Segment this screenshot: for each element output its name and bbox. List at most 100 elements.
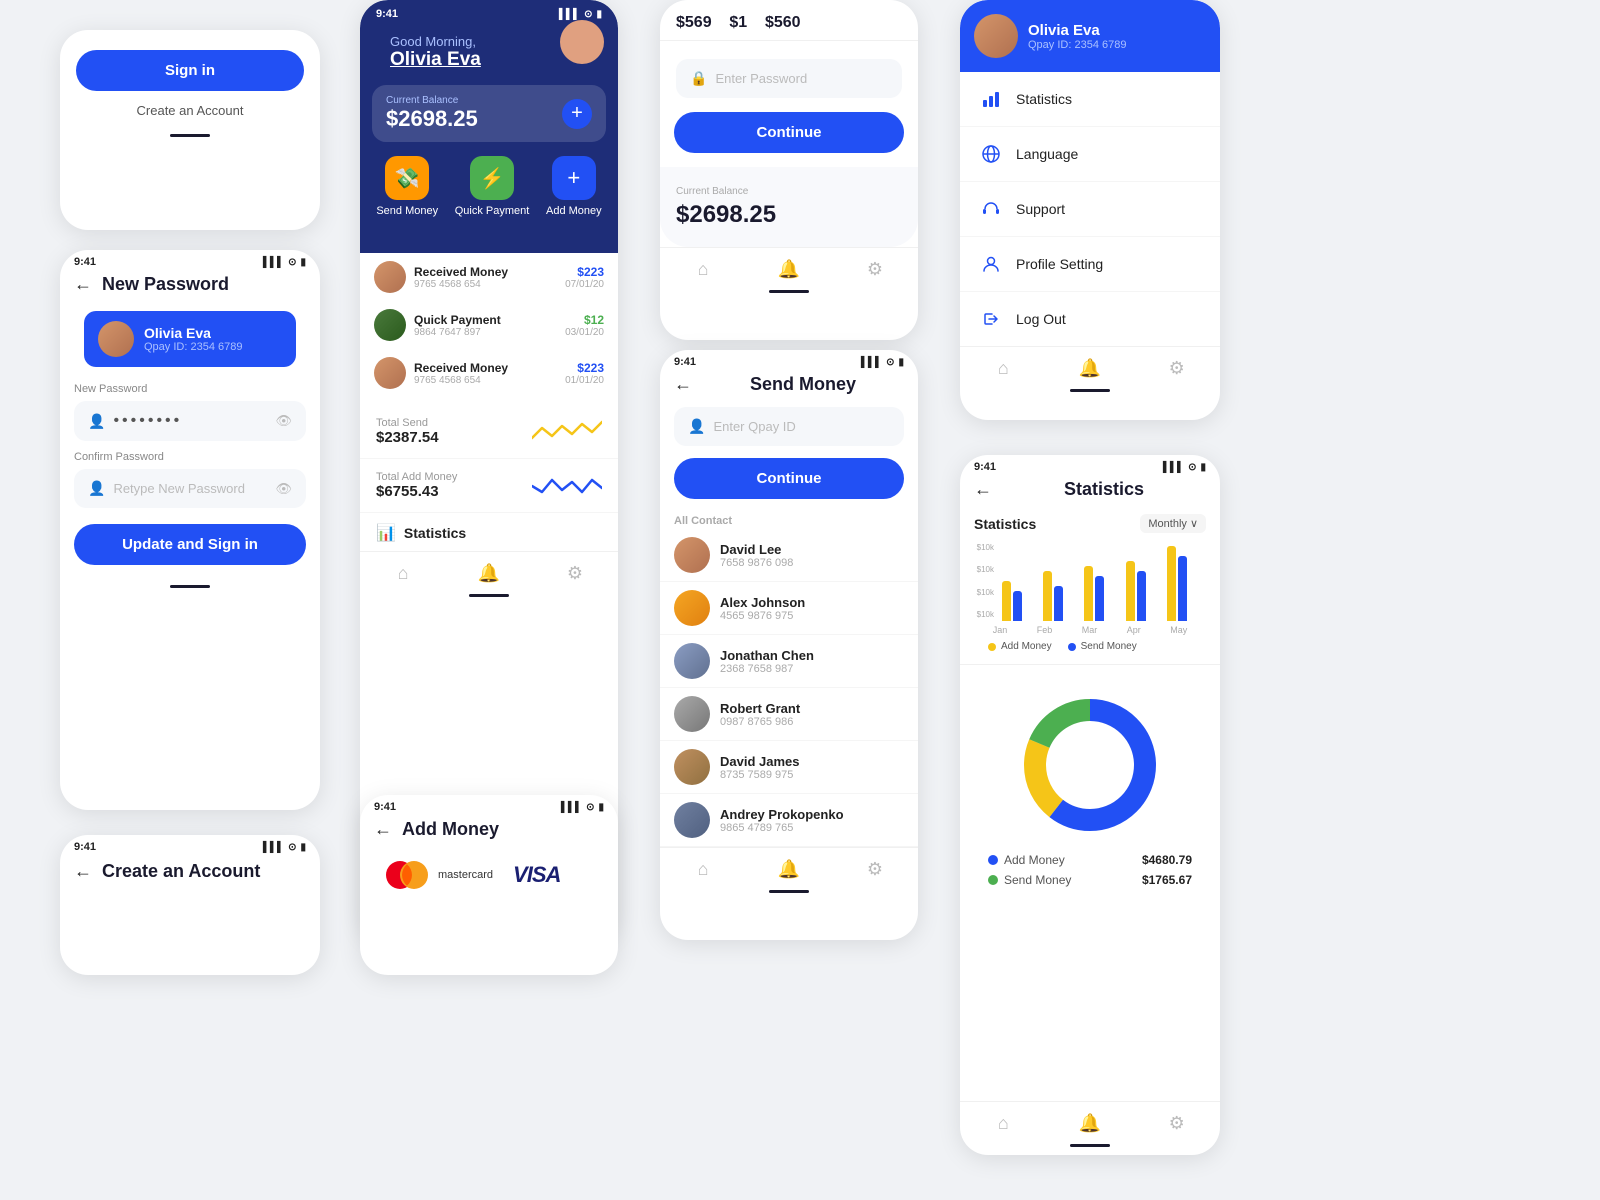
grid-nav-icon[interactable]: ⚙: [564, 562, 586, 584]
add-balance-button[interactable]: +: [562, 99, 592, 129]
chart-filter[interactable]: Monthly ∨: [1140, 514, 1206, 533]
dash-time: 9:41: [376, 8, 398, 20]
contact-row-1[interactable]: Alex Johnson 4565 9876 975: [660, 582, 918, 635]
total-add-row: Total Add Money $6755.43: [360, 459, 618, 513]
home-nav4-icon[interactable]: ⌂: [992, 357, 1014, 379]
sendmoney-battery: ▮: [898, 357, 904, 368]
home-nav5-icon[interactable]: ⌂: [992, 1112, 1014, 1134]
all-contact-label: All Contact: [660, 509, 918, 529]
sendmoney-continue-btn[interactable]: Continue: [674, 458, 904, 499]
stats-battery: ▮: [1200, 462, 1206, 473]
contact-row-4[interactable]: David James 8735 7589 975: [660, 741, 918, 794]
addmoney-wifi: ⊙: [586, 802, 594, 813]
bar-apr-send: [1137, 571, 1146, 621]
trans-name-1: Quick Payment: [414, 313, 557, 327]
send-money-icon: 💸: [385, 156, 429, 200]
home-nav3-icon[interactable]: ⌂: [692, 858, 714, 880]
menu-statistics[interactable]: Statistics: [960, 72, 1220, 127]
back-arrow2-icon[interactable]: ←: [74, 861, 92, 882]
add-money-label: Add Money: [546, 205, 602, 217]
profile-avatar: [974, 14, 1018, 58]
send-chart-icon: [532, 418, 602, 446]
bell-nav-icon[interactable]: 🔔: [478, 562, 500, 584]
legend-send-label: Send Money: [1081, 641, 1137, 652]
add-money-action[interactable]: + Add Money: [546, 156, 602, 217]
retype-placeholder: Retype New Password: [113, 481, 267, 496]
contact-num-3: 0987 8765 986: [720, 716, 800, 728]
create-account-link[interactable]: Create an Account: [76, 103, 304, 118]
logout-menu-icon: [980, 308, 1002, 330]
lock2-icon: 👤: [88, 480, 105, 497]
bell-nav2-icon[interactable]: 🔔: [778, 258, 800, 280]
sendmoney-title: Send Money: [702, 374, 904, 395]
sendmoney-back-icon[interactable]: ←: [674, 374, 692, 395]
transaction-row-1: Quick Payment 9864 7647 897 $12 03/01/20: [360, 301, 618, 349]
visa-logo[interactable]: VISA: [513, 862, 560, 888]
eye2-icon[interactable]: 👁: [275, 481, 292, 497]
menu-language[interactable]: Language: [960, 127, 1220, 182]
contact-num-2: 2368 7658 987: [720, 663, 814, 675]
contact-row-5[interactable]: Andrey Prokopenko 9865 4789 765: [660, 794, 918, 847]
contact-row-2[interactable]: Jonathan Chen 2368 7658 987: [660, 635, 918, 688]
confirm-password-label: Confirm Password: [74, 451, 306, 463]
grid-nav2-icon[interactable]: ⚙: [864, 258, 886, 280]
profile-userid: Qpay ID: 2354 6789: [1028, 39, 1126, 51]
home-nav-icon[interactable]: ⌂: [392, 562, 414, 584]
bar-group-jan: [1002, 581, 1037, 621]
menu-profile-setting[interactable]: Profile Setting: [960, 237, 1220, 292]
grid-nav4-icon[interactable]: ⚙: [1166, 357, 1188, 379]
qpay-id-input[interactable]: 👤 Enter Qpay ID: [674, 407, 904, 446]
total-add-value: $6755.43: [376, 483, 457, 500]
contact-avatar-5: [674, 802, 710, 838]
quick-payment-action[interactable]: ⚡ Quick Payment: [455, 156, 530, 217]
total-send-row: Total Send $2387.54: [360, 405, 618, 459]
menu-logout[interactable]: Log Out: [960, 292, 1220, 346]
enter-password-continue-btn[interactable]: Continue: [674, 112, 904, 153]
addmoney-back-icon[interactable]: ←: [374, 819, 392, 840]
total-send-label: Total Send: [376, 417, 439, 429]
bottom-nav-profile: ⌂ 🔔 ⚙: [960, 346, 1220, 383]
donut-send-label: Send Money: [1004, 873, 1071, 887]
bar-may-send: [1178, 556, 1187, 621]
sendmoney-signal: ▌▌▌: [861, 357, 882, 368]
bar-mar-add: [1084, 566, 1093, 621]
bell-nav4-icon[interactable]: 🔔: [1079, 357, 1101, 379]
back-arrow-icon[interactable]: ←: [74, 274, 92, 295]
contact-row-0[interactable]: David Lee 7658 9876 098: [660, 529, 918, 582]
contact-avatar-2: [674, 643, 710, 679]
addmoney-battery: ▮: [598, 802, 604, 813]
sendmoney-time: 9:41: [674, 356, 696, 368]
statistics-link[interactable]: Statistics: [404, 525, 466, 541]
home-nav2-icon[interactable]: ⌂: [692, 258, 714, 280]
add-chart-icon: [532, 472, 602, 500]
bar-apr-add: [1126, 561, 1135, 621]
transaction-row-0: Received Money 9765 4568 654 $223 07/01/…: [360, 253, 618, 301]
send-money-action[interactable]: 💸 Send Money: [376, 156, 438, 217]
grid-nav5-icon[interactable]: ⚙: [1166, 1112, 1188, 1134]
enter-password-input[interactable]: 🔒 Enter Password: [676, 59, 902, 98]
balance-label: Current Balance: [386, 95, 478, 106]
contact-num-5: 9865 4789 765: [720, 822, 844, 834]
bar-group-feb: [1043, 571, 1078, 621]
balance-card-label2: Current Balance: [676, 186, 902, 197]
mastercard-logo[interactable]: mastercard: [380, 858, 493, 892]
contact-name-1: Alex Johnson: [720, 595, 805, 610]
grid-nav3-icon[interactable]: ⚙: [864, 858, 886, 880]
trans-date-2: 01/01/20: [565, 375, 604, 386]
signin-button[interactable]: Sign in: [76, 50, 304, 91]
bell-nav5-icon[interactable]: 🔔: [1079, 1112, 1101, 1134]
menu-support[interactable]: Support: [960, 182, 1220, 237]
sendmoney-wifi: ⊙: [886, 357, 894, 368]
bell-nav3-icon[interactable]: 🔔: [778, 858, 800, 880]
donut-add-label: Add Money: [1004, 853, 1065, 867]
new-password-input[interactable]: 👤 •••••••• 👁: [74, 401, 306, 441]
eye-icon[interactable]: 👁: [275, 413, 292, 429]
sendmoney-status-icons: ▌▌▌ ⊙ ▮: [861, 357, 904, 368]
donut-add-money-row: Add Money $4680.79: [988, 853, 1192, 867]
password-dots: ••••••••: [113, 412, 267, 430]
contact-row-3[interactable]: Robert Grant 0987 8765 986: [660, 688, 918, 741]
language-menu-icon: [980, 143, 1002, 165]
confirm-password-input[interactable]: 👤 Retype New Password 👁: [74, 469, 306, 508]
statistics-back-icon[interactable]: ←: [974, 479, 992, 500]
update-signin-button[interactable]: Update and Sign in: [74, 524, 306, 565]
